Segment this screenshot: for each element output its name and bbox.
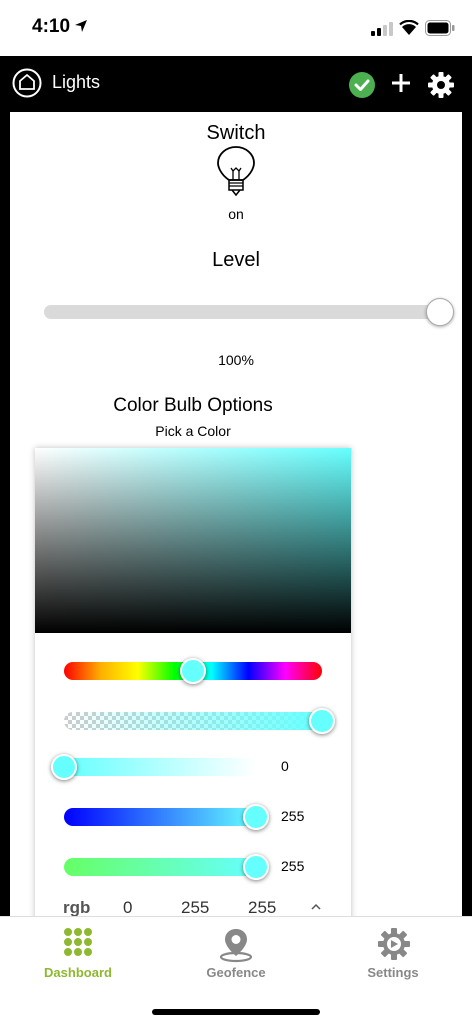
pick-color-label: Pick a Color xyxy=(155,423,231,439)
tab-settings-label: Settings xyxy=(367,965,419,980)
tab-dashboard[interactable]: Dashboard xyxy=(18,917,138,987)
header-title: Lights xyxy=(52,72,101,92)
green-slider-thumb[interactable] xyxy=(243,854,269,880)
color-options-title: Color Bulb Options xyxy=(113,395,273,416)
level-title: Level xyxy=(212,249,260,271)
color-format-row: rgb 0 255 255 xyxy=(35,898,351,916)
wifi-icon xyxy=(399,20,419,35)
level-slider[interactable] xyxy=(44,298,454,326)
alpha-slider-thumb[interactable] xyxy=(309,708,335,734)
status-bar: 4:10 xyxy=(0,0,472,56)
gear-icon[interactable] xyxy=(427,71,455,99)
tab-settings[interactable]: Settings xyxy=(333,917,453,987)
switch-title: Switch xyxy=(206,122,266,144)
red-slider-thumb[interactable] xyxy=(51,754,77,780)
location-arrow-icon xyxy=(75,20,87,32)
red-slider[interactable] xyxy=(51,754,256,780)
app-header: Lights xyxy=(0,56,472,112)
format-b-value[interactable]: 255 xyxy=(248,898,276,916)
red-value: 0 xyxy=(281,758,289,774)
grid-icon xyxy=(64,928,92,956)
hue-slider[interactable] xyxy=(64,658,322,684)
tab-bar: Dashboard Geofence Settings xyxy=(0,916,472,1025)
cellular-signal-icon xyxy=(371,22,393,36)
level-slider-thumb[interactable] xyxy=(426,298,454,326)
hue-slider-thumb[interactable] xyxy=(180,658,206,684)
device-content: Switch on Level 100% Color Bulb Options … xyxy=(10,112,462,916)
tab-dashboard-label: Dashboard xyxy=(44,965,112,980)
blue-slider[interactable] xyxy=(64,804,269,830)
check-circle-icon[interactable] xyxy=(348,71,376,99)
format-label[interactable]: rgb xyxy=(63,898,90,916)
tab-geofence-label: Geofence xyxy=(206,965,266,980)
saturation-value-area[interactable] xyxy=(35,448,351,633)
home-icon[interactable] xyxy=(12,68,42,98)
location-pin-icon xyxy=(219,929,253,963)
battery-icon xyxy=(425,20,455,36)
green-slider[interactable] xyxy=(64,854,269,880)
color-picker: 0 255 255 rgb 0 255 255 xyxy=(35,448,351,916)
format-g-value[interactable]: 255 xyxy=(181,898,209,916)
blue-slider-thumb[interactable] xyxy=(243,804,269,830)
gear-icon xyxy=(378,928,410,960)
status-time: 4:10 xyxy=(32,16,71,37)
switch-state: on xyxy=(228,206,244,222)
format-toggle-icon[interactable] xyxy=(310,902,322,912)
format-r-value[interactable]: 0 xyxy=(123,898,132,916)
level-value: 100% xyxy=(218,352,254,368)
tab-geofence[interactable]: Geofence xyxy=(176,917,296,987)
light-bulb-icon[interactable] xyxy=(216,146,256,198)
alpha-slider[interactable] xyxy=(64,708,335,734)
home-indicator xyxy=(152,1009,320,1015)
green-value: 255 xyxy=(281,858,305,874)
add-icon[interactable] xyxy=(390,72,412,94)
blue-value: 255 xyxy=(281,808,305,824)
